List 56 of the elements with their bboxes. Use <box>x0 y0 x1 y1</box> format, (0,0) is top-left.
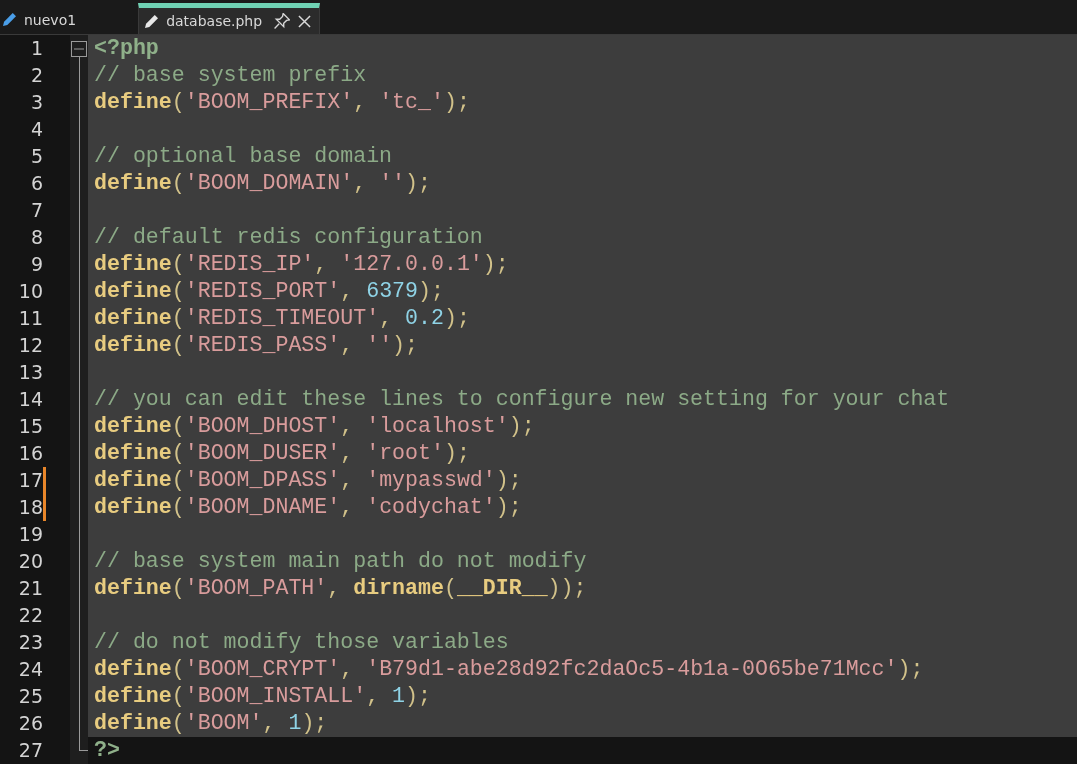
code-line: define('BOOM_PREFIX', 'tc_'); <box>94 89 470 116</box>
code-line: <?php <box>94 35 159 62</box>
line-number: 11 <box>17 306 43 331</box>
code-line: // default redis configuration <box>94 224 483 251</box>
line-number: 15 <box>17 414 43 439</box>
code-line: define('BOOM_DHOST', 'localhost'); <box>94 413 535 440</box>
line-number: 14 <box>17 387 43 412</box>
fold-collapse-icon[interactable] <box>71 41 87 57</box>
line-number: 19 <box>17 522 43 547</box>
code-line: define('BOOM_INSTALL', 1); <box>94 683 431 710</box>
line-number: 10 <box>17 279 43 304</box>
pencil-icon <box>3 13 16 26</box>
code-line: define('BOOM_DPASS', 'mypasswd'); <box>94 467 522 494</box>
code-line: define('BOOM_DUSER', 'root'); <box>94 440 470 467</box>
line-number: 18 <box>17 495 43 520</box>
line-number: 20 <box>17 549 43 574</box>
code-line: define('BOOM', 1); <box>94 710 328 737</box>
line-number: 13 <box>17 360 43 385</box>
pin-icon[interactable] <box>274 13 291 29</box>
code-line: define('REDIS_PORT', 6379); <box>94 278 444 305</box>
line-number: 5 <box>29 144 43 169</box>
line-number: 26 <box>17 711 43 736</box>
close-icon[interactable] <box>298 14 312 28</box>
code-line: define('BOOM_DOMAIN', ''); <box>94 170 431 197</box>
code-line: define('BOOM_CRYPT', 'B79d1-abe28d92fc2daOc5-4b1a-0O65be71Mcc'); <box>94 656 924 683</box>
code-line: // optional base domain <box>94 143 393 170</box>
line-number: 21 <box>17 576 43 601</box>
line-number: 2 <box>29 63 43 88</box>
line-number: 23 <box>17 630 43 655</box>
line-number: 16 <box>17 441 43 466</box>
code-line: ?> <box>94 737 120 764</box>
pencil-icon <box>145 14 159 28</box>
line-number: 8 <box>29 225 43 250</box>
line-number: 22 <box>17 603 43 628</box>
editor-tab[interactable]: database.php <box>138 3 321 34</box>
line-number: 6 <box>29 171 43 196</box>
code-line: // you can edit these lines to configure new setting for your chat <box>94 386 950 413</box>
line-number: 25 <box>17 684 43 709</box>
line-number: 4 <box>29 117 43 142</box>
code-line: // do not modify those variables <box>94 629 509 656</box>
line-number: 24 <box>17 657 43 682</box>
code-line: define('BOOM_PATH', dirname(__DIR__)); <box>94 575 587 602</box>
line-number: 27 <box>17 738 43 763</box>
line-number: 1 <box>29 36 43 61</box>
editor-tab[interactable]: nuevo1 <box>0 5 87 34</box>
code-line: // base system prefix <box>94 62 367 89</box>
line-number: 7 <box>29 198 43 223</box>
code-line: define('REDIS_PASS', ''); <box>94 332 418 359</box>
code-line: define('REDIS_IP', '127.0.0.1'); <box>94 251 509 278</box>
code-line: define('REDIS_TIMEOUT', 0.2); <box>94 305 470 332</box>
line-number: 12 <box>17 333 43 358</box>
code-line: define('BOOM_DNAME', 'codychat'); <box>94 494 522 521</box>
line-number: 3 <box>29 90 43 115</box>
code-line: // base system main path do not modify <box>94 548 587 575</box>
line-number: 9 <box>29 252 43 277</box>
line-number: 17 <box>17 468 43 493</box>
